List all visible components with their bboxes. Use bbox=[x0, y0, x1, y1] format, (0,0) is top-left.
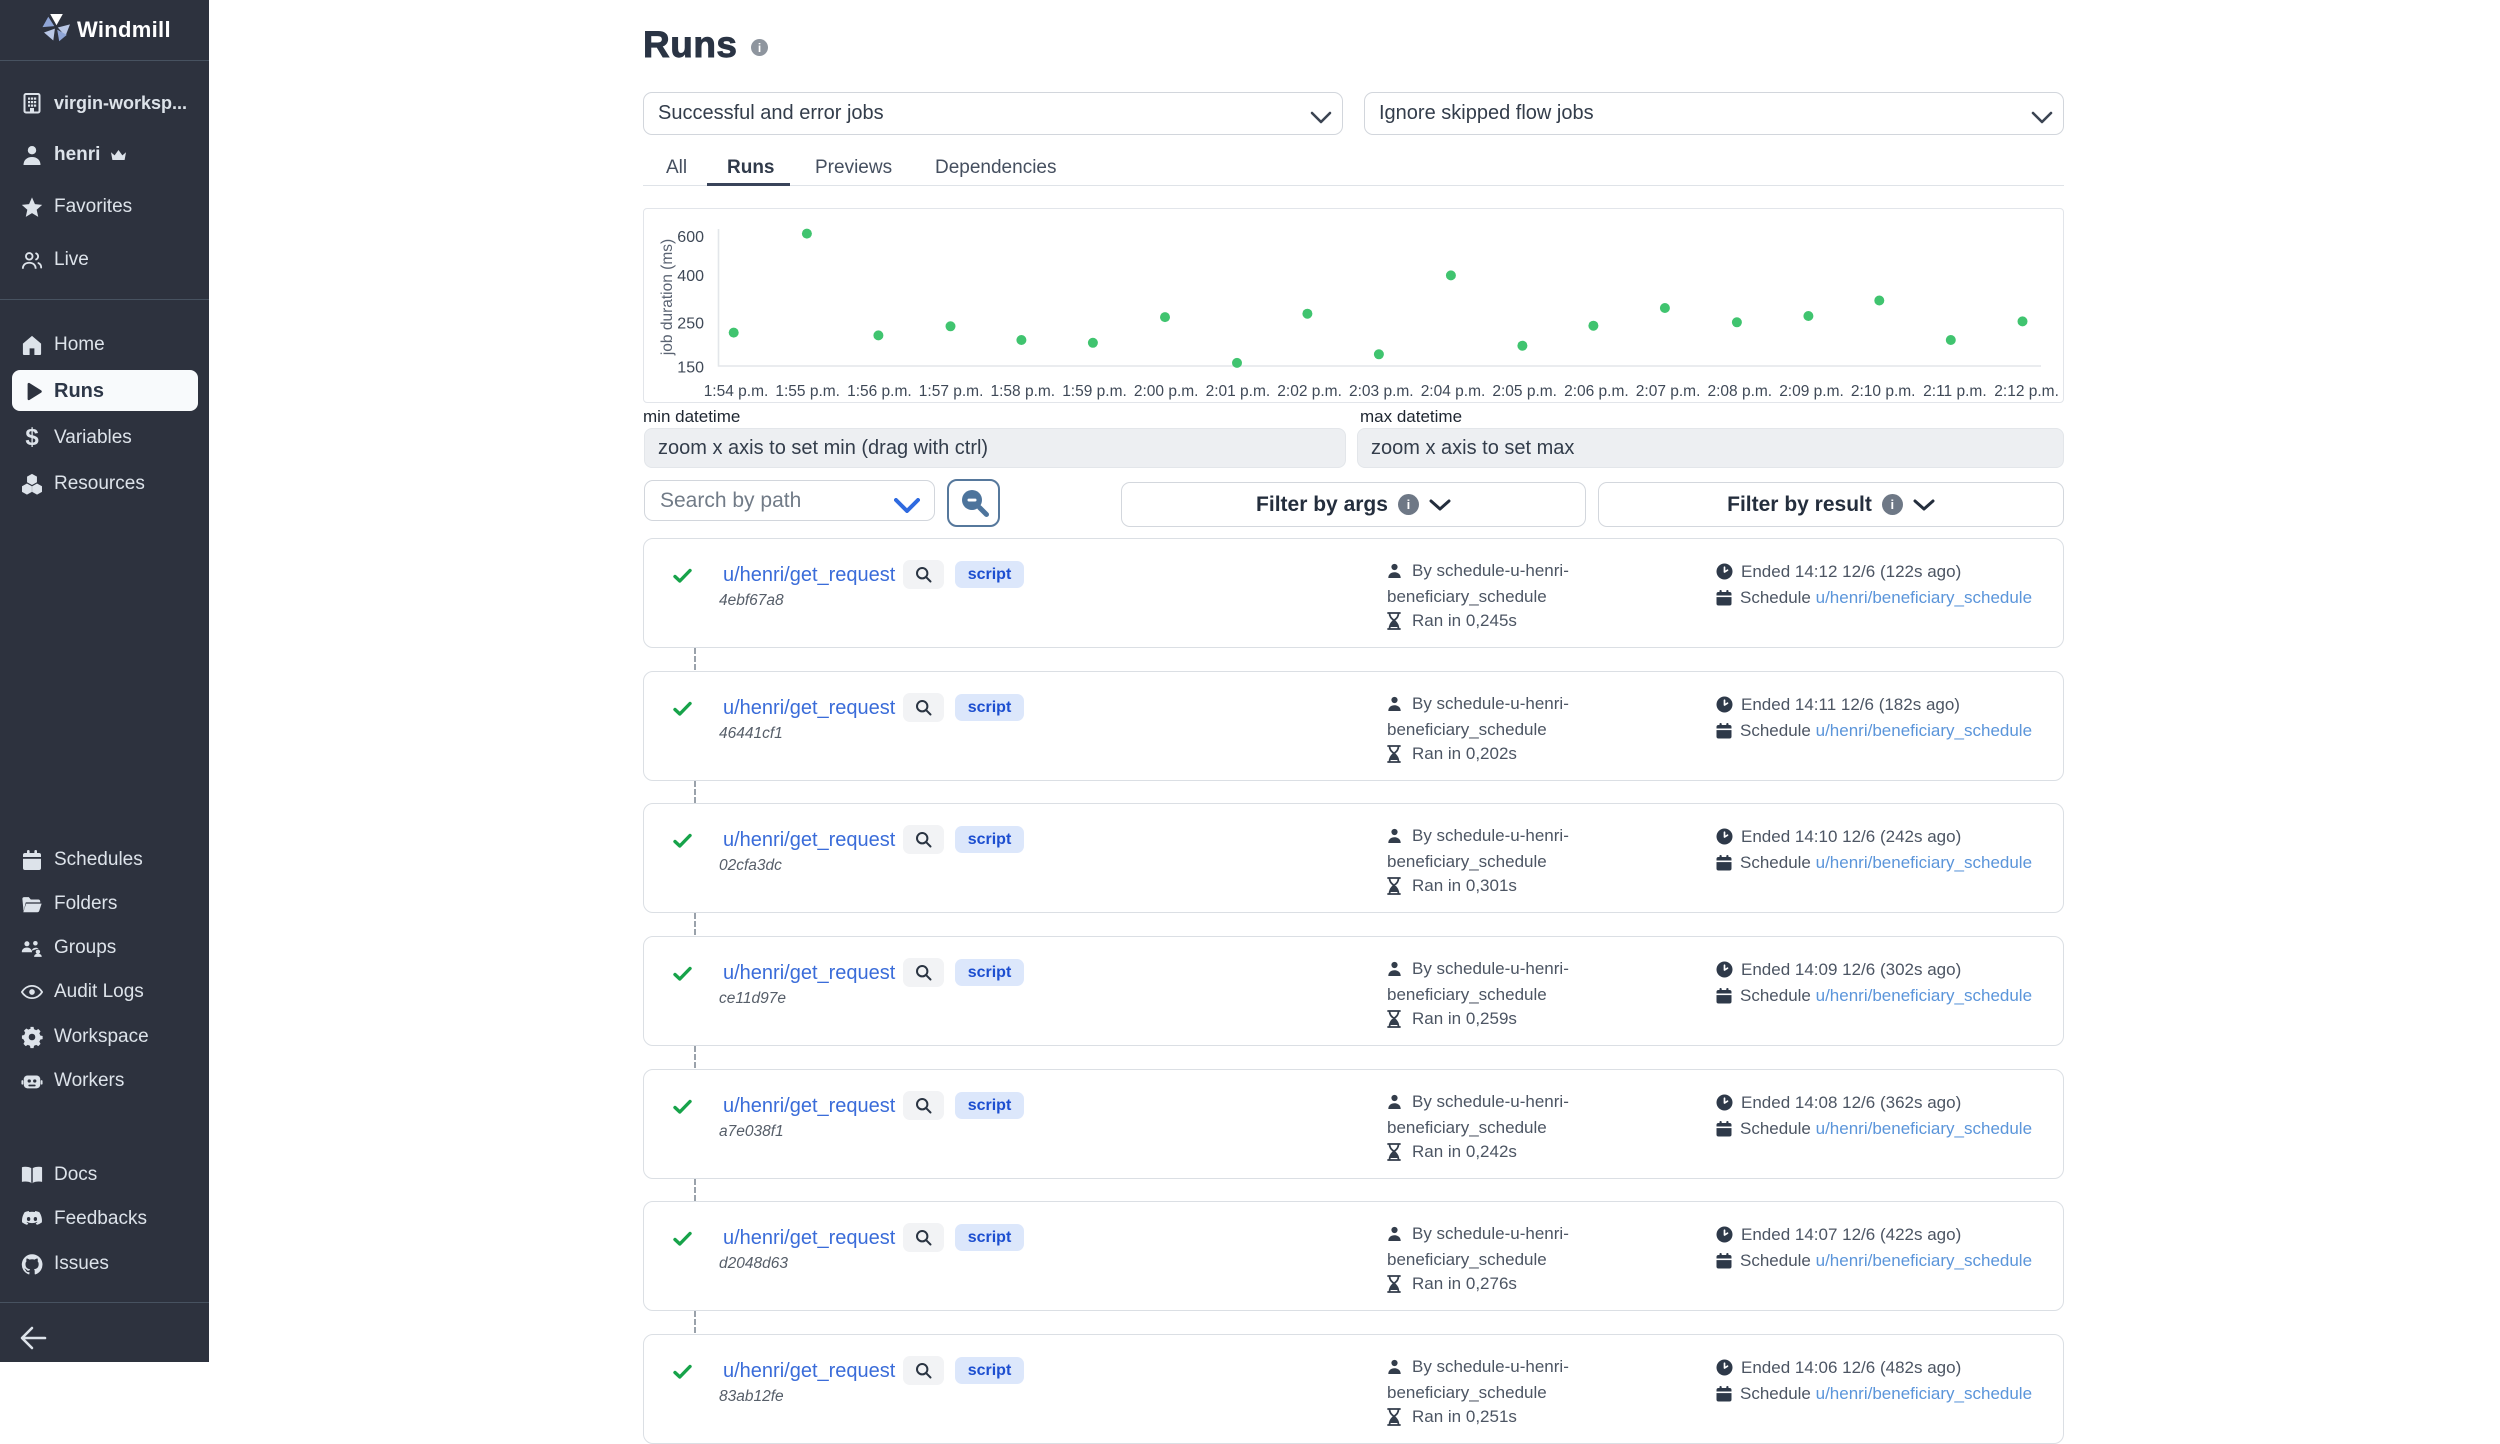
svg-text:1:55 p.m.: 1:55 p.m. bbox=[775, 383, 840, 400]
svg-text:2:11 p.m.: 2:11 p.m. bbox=[1923, 383, 1986, 400]
svg-text:2:08 p.m.: 2:08 p.m. bbox=[1707, 383, 1772, 400]
svg-text:1:56 p.m.: 1:56 p.m. bbox=[847, 383, 912, 400]
svg-text:2:00 p.m.: 2:00 p.m. bbox=[1134, 383, 1199, 400]
svg-text:job duration (ms): job duration (ms) bbox=[659, 239, 676, 356]
svg-text:250: 250 bbox=[677, 315, 704, 332]
svg-text:2:10 p.m.: 2:10 p.m. bbox=[1851, 383, 1916, 400]
svg-text:2:07 p.m.: 2:07 p.m. bbox=[1636, 383, 1701, 400]
svg-text:2:02 p.m.: 2:02 p.m. bbox=[1277, 383, 1342, 400]
svg-text:1:54 p.m.: 1:54 p.m. bbox=[704, 383, 769, 400]
svg-text:1:58 p.m.: 1:58 p.m. bbox=[990, 383, 1055, 400]
svg-text:2:01 p.m.: 2:01 p.m. bbox=[1206, 383, 1271, 400]
svg-text:$: $ bbox=[25, 426, 39, 450]
svg-text:2:09 p.m.: 2:09 p.m. bbox=[1779, 383, 1844, 400]
svg-text:2:04 p.m.: 2:04 p.m. bbox=[1421, 383, 1486, 400]
svg-text:2:03 p.m.: 2:03 p.m. bbox=[1349, 383, 1414, 400]
svg-text:600: 600 bbox=[677, 229, 704, 246]
svg-text:1:59 p.m.: 1:59 p.m. bbox=[1062, 383, 1127, 400]
svg-text:150: 150 bbox=[677, 359, 704, 376]
svg-text:2:12 p.m.: 2:12 p.m. bbox=[1994, 383, 2059, 400]
svg-text:1:57 p.m.: 1:57 p.m. bbox=[919, 383, 984, 400]
svg-text:2:06 p.m.: 2:06 p.m. bbox=[1564, 383, 1629, 400]
svg-text:400: 400 bbox=[677, 268, 704, 285]
svg-text:2:05 p.m.: 2:05 p.m. bbox=[1492, 383, 1557, 400]
